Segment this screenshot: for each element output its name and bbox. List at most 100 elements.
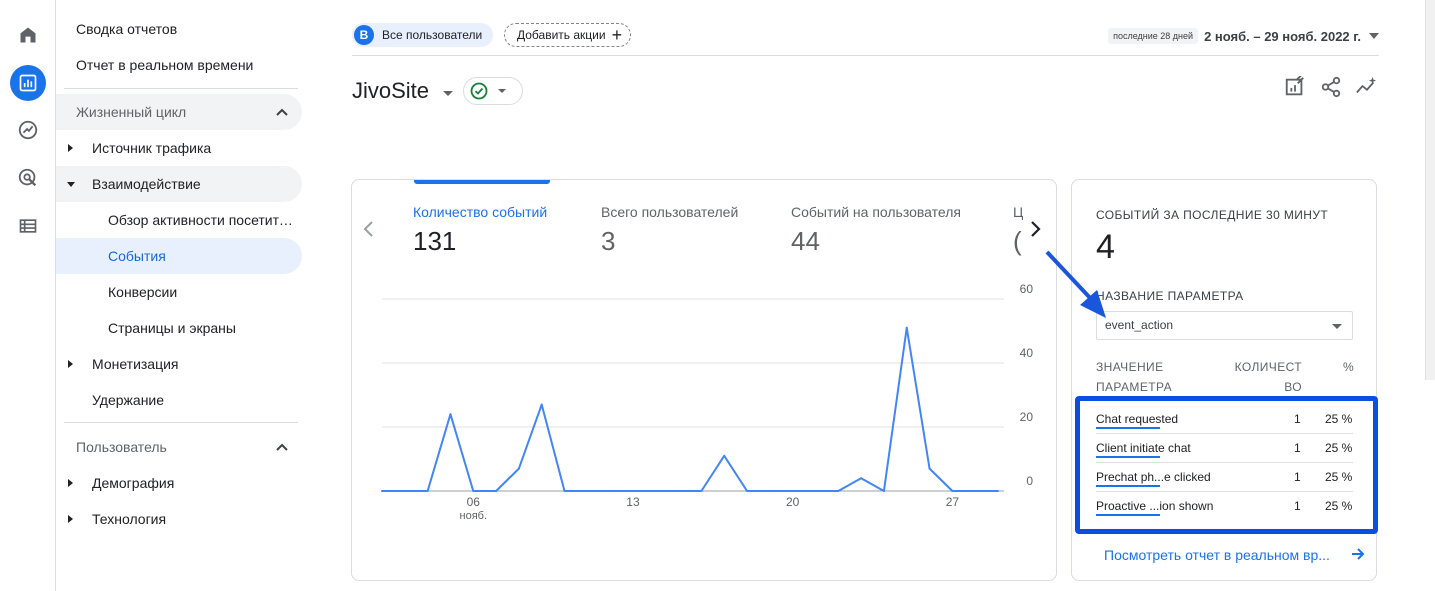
nav-realtime[interactable]: Отчет в реальном времени	[56, 47, 302, 83]
nav-item-monetization[interactable]: Монетизация	[56, 346, 302, 382]
column-header-line: ПАРАМЕТРА	[1096, 380, 1172, 394]
nav-section-user[interactable]: Пользователь	[56, 429, 302, 465]
series-line[interactable]	[382, 326, 998, 492]
nav-item-retention[interactable]: Удержание	[56, 382, 302, 418]
data-point[interactable]	[609, 490, 612, 492]
advertising-icon[interactable]	[10, 160, 46, 196]
metric-value: 44	[791, 226, 820, 256]
segment-chip[interactable]: B Все пользователи	[352, 23, 494, 47]
data-point[interactable]	[700, 490, 703, 492]
nav-divider	[64, 88, 298, 89]
column-header-line: ЗНАЧЕНИЕ	[1096, 360, 1164, 374]
home-icon[interactable]	[10, 17, 46, 53]
chevron-up-icon	[276, 443, 288, 451]
nav-label: Демография	[92, 475, 175, 491]
data-point[interactable]	[791, 490, 794, 492]
nav-label: Отчет в реальном времени	[76, 57, 254, 73]
data-point[interactable]	[928, 467, 931, 470]
data-point[interactable]	[814, 490, 817, 492]
data-point[interactable]	[540, 403, 543, 406]
event-count-chart: 0 20 40 60 06нояб. 13 20 27	[381, 282, 1034, 522]
data-point[interactable]	[472, 490, 475, 492]
metric-tab-events-per-user[interactable]: Событий на пользователя 44	[791, 204, 961, 257]
column-header-value[interactable]: ЗНАЧЕНИЕ ПАРАМЕТРА	[1096, 357, 1172, 397]
nav-item-demographics[interactable]: Демография	[56, 465, 302, 501]
column-header-percent[interactable]: %	[1343, 357, 1354, 377]
data-quality-chip[interactable]	[463, 77, 524, 105]
data-point[interactable]	[677, 490, 680, 492]
data-point[interactable]	[495, 490, 498, 492]
data-point[interactable]	[517, 467, 520, 470]
view-realtime-link[interactable]: Посмотреть отчет в реальном вр...	[1104, 547, 1330, 563]
add-comparison-label: Добавить акции	[517, 28, 606, 42]
configure-icon[interactable]	[10, 208, 46, 244]
data-point[interactable]	[449, 413, 452, 416]
title-dropdown-icon[interactable]	[443, 90, 454, 96]
metric-label: Ц	[1013, 204, 1023, 220]
chevron-right-icon[interactable]	[1028, 220, 1042, 238]
data-point[interactable]	[631, 490, 634, 492]
nav-item-tech[interactable]: Технология	[56, 501, 302, 537]
metric-tab-event-count[interactable]: Количество событий 131	[413, 204, 547, 257]
nav-section-lifecycle[interactable]: Жизненный цикл	[56, 94, 302, 130]
caret-right-icon	[68, 479, 73, 487]
nav-item-pages-screens[interactable]: Страницы и экраны	[56, 310, 302, 346]
data-point[interactable]	[723, 454, 726, 457]
data-point[interactable]	[951, 490, 954, 492]
param-select[interactable]: event_action	[1096, 311, 1353, 340]
data-point[interactable]	[381, 490, 383, 492]
customize-report-icon[interactable]	[1283, 75, 1307, 99]
metric-tab-total-users[interactable]: Всего пользователей 3	[601, 204, 738, 257]
insights-icon[interactable]	[1355, 75, 1379, 99]
nav-label: Страницы и экраны	[108, 320, 236, 336]
nav-label: Жизненный цикл	[76, 104, 187, 120]
data-point[interactable]	[997, 490, 999, 492]
segment-badge: B	[354, 25, 374, 45]
data-point[interactable]	[654, 490, 657, 492]
nav-reports-snapshot[interactable]: Сводка отчетов	[56, 11, 302, 47]
nav-item-acquisition[interactable]: Источник трафика	[56, 130, 302, 166]
realtime-header: СОБЫТИЙ ЗА ПОСЛЕДНИЕ 30 МИНУТ	[1096, 208, 1329, 222]
column-header-count[interactable]: КОЛИЧЕСТ ВО	[1230, 357, 1302, 397]
reports-icon[interactable]	[10, 65, 46, 101]
data-point[interactable]	[403, 490, 406, 492]
dropdown-arrow-icon	[1332, 324, 1342, 329]
share-icon[interactable]	[1319, 75, 1343, 99]
nav-label: Конверсии	[108, 284, 178, 300]
data-point[interactable]	[768, 490, 771, 492]
data-point[interactable]	[746, 490, 749, 492]
explore-icon[interactable]	[10, 112, 46, 148]
caret-right-icon	[68, 360, 73, 368]
nav-label: Обзор активности посетителей	[108, 212, 300, 228]
data-point[interactable]	[905, 326, 908, 329]
page-scrollbar[interactable]	[1425, 0, 1435, 380]
date-range-picker[interactable]: последние 28 дней 2 нояб. – 29 нояб. 202…	[1108, 28, 1379, 44]
x-tick-label: 06	[467, 495, 481, 509]
nav-item-conversions[interactable]: Конверсии	[56, 274, 302, 310]
nav-item-engagement[interactable]: Взаимодействие	[56, 166, 302, 202]
nav-item-events[interactable]: События	[56, 238, 302, 274]
metric-value: (	[1013, 226, 1022, 256]
y-tick-label: 20	[1020, 410, 1034, 424]
check-circle-icon	[470, 82, 488, 100]
left-rail	[0, 0, 56, 591]
metric-tab-partial[interactable]: Ц (	[1013, 204, 1023, 257]
data-point[interactable]	[882, 490, 885, 492]
nav-item-engagement-overview[interactable]: Обзор активности посетителей	[56, 202, 302, 238]
nav-label: Удержание	[92, 392, 165, 408]
add-comparison-button[interactable]: Добавить акции +	[504, 23, 632, 47]
data-point[interactable]	[974, 490, 977, 492]
annotation-highlight-box	[1075, 396, 1378, 534]
x-tick-label: 13	[626, 495, 640, 509]
metric-label: Всего пользователей	[601, 204, 739, 220]
date-range-preset: последние 28 дней	[1108, 28, 1199, 44]
data-point[interactable]	[586, 490, 589, 492]
data-point[interactable]	[860, 477, 863, 480]
arrow-right-icon[interactable]	[1350, 546, 1366, 562]
data-point[interactable]	[426, 490, 429, 492]
data-point[interactable]	[563, 490, 566, 492]
report-navigation: Сводка отчетов Отчет в реальном времени …	[56, 0, 310, 591]
nav-label: Монетизация	[92, 356, 179, 372]
data-point[interactable]	[837, 490, 840, 492]
chevron-left-icon[interactable]	[362, 220, 376, 238]
